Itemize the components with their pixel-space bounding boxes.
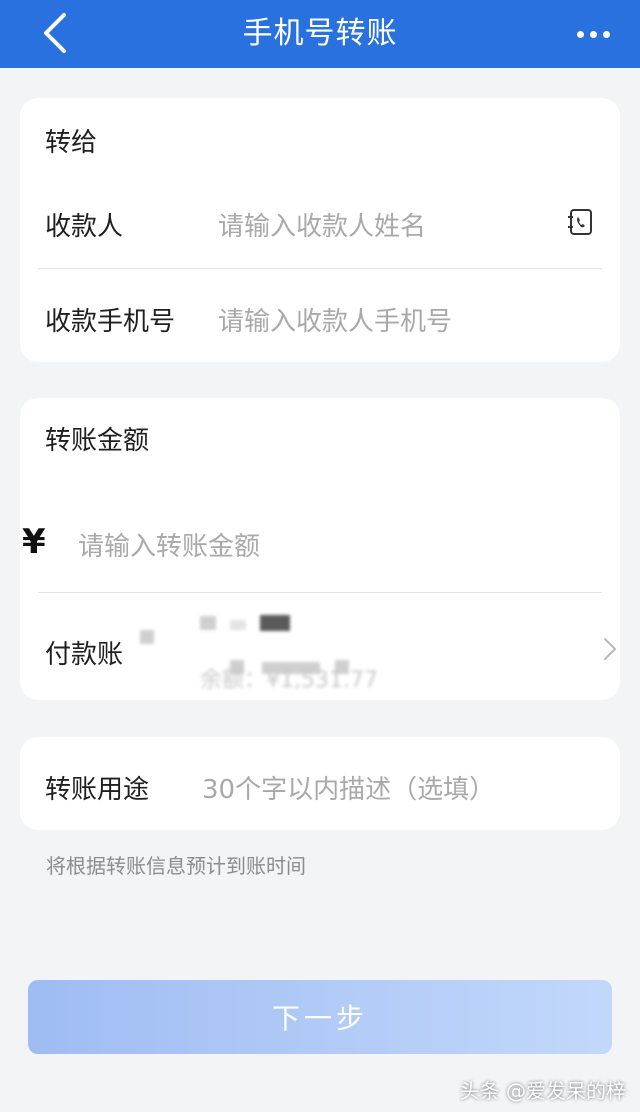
amount-input[interactable]: 请输入转账金额 [78, 526, 260, 563]
currency-symbol: ¥ [22, 522, 46, 562]
contact-book-icon[interactable] [568, 208, 594, 236]
masked-text [260, 615, 290, 631]
top-nav-bar: 手机号转账 [0, 0, 640, 68]
next-step-button[interactable]: 下一步 [28, 980, 612, 1054]
divider [38, 592, 602, 593]
masked-text [200, 616, 216, 630]
purpose-label: 转账用途 [45, 775, 150, 805]
chevron-right-icon[interactable] [602, 636, 618, 662]
more-button[interactable] [570, 14, 616, 54]
masked-text [230, 620, 246, 630]
payee-name-input[interactable]: 请输入收款人姓名 [218, 206, 426, 243]
more-dots-icon [589, 30, 597, 38]
purpose-card: 转账用途 30个字以内描述（选填） [20, 737, 620, 830]
page-title: 手机号转账 [242, 16, 398, 51]
more-dots-icon [602, 30, 610, 38]
recipient-card: 转给 收款人 请输入收款人姓名 收款手机号 请输入收款人手机号 [20, 98, 620, 362]
purpose-input[interactable]: 30个字以内描述（选填） [202, 769, 495, 806]
payee-label: 收款人 [45, 212, 124, 242]
divider [38, 268, 602, 269]
phone-input[interactable]: 请输入收款人手机号 [218, 301, 452, 338]
more-dots-icon [576, 30, 584, 38]
recipient-section-title: 转给 [45, 128, 98, 158]
payer-account-label: 付款账 [45, 640, 124, 670]
account-balance: 余额：¥1,531.77 [200, 668, 378, 693]
watermark: 头条 @爱发呆的梓 [459, 1079, 626, 1103]
amount-section-title: 转账金额 [45, 426, 150, 456]
arrival-time-hint: 将根据转账信息预计到账时间 [46, 854, 306, 878]
masked-text [140, 630, 154, 644]
phone-label: 收款手机号 [45, 307, 176, 337]
